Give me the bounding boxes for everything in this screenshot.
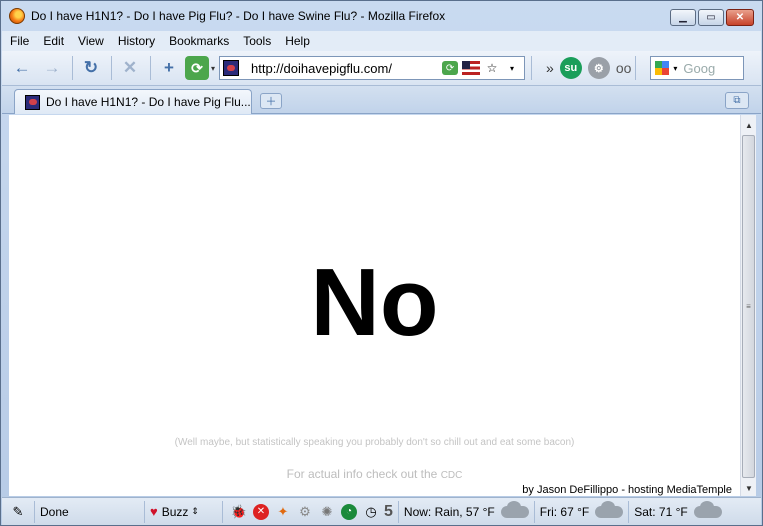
vertical-scrollbar[interactable]: ▲ ≡ ▼	[740, 115, 756, 496]
toolbar-separator	[72, 56, 73, 80]
pen-icon[interactable]: ✎	[10, 504, 26, 520]
bug-icon[interactable]: 🐞	[231, 504, 247, 520]
updown-icon: ⇕	[191, 506, 199, 516]
heart-icon: ♥	[150, 504, 158, 519]
new-tab-plus-button[interactable]: ＋	[260, 93, 282, 109]
settings-gear-icon[interactable]: ⚙	[297, 504, 313, 520]
list-all-tabs-button[interactable]: ⧉	[725, 92, 749, 109]
back-button[interactable]: ←	[8, 55, 36, 81]
back-arrow-icon: ←	[13, 58, 31, 77]
close-button[interactable]: ✕	[726, 9, 754, 26]
status-text: Done	[40, 504, 69, 519]
stop-button[interactable]: ✕	[116, 55, 144, 81]
sync-icon: ⟳	[191, 59, 203, 76]
menu-view[interactable]: View	[78, 34, 104, 48]
stop-icon: ✕	[122, 58, 138, 77]
menu-tools[interactable]: Tools	[243, 34, 271, 48]
counter-value[interactable]: 5	[384, 503, 393, 521]
addon-icons-segment: 🐞 ✕ ✦ ⚙ ✺ ◔ ◷ 5	[223, 500, 399, 523]
cdc-link[interactable]: CDC	[441, 470, 463, 481]
navigation-toolbar: ← → ↻ ✕ + ⟳ ▾ http://doihavepigflu.com/ …	[2, 51, 761, 86]
clock-icon[interactable]: ◷	[363, 504, 379, 520]
weather-now: Now: Rain, 57 °F	[403, 504, 495, 519]
tab-favicon	[25, 94, 40, 110]
menu-history[interactable]: History	[118, 34, 155, 48]
weather-sat: Sat: 71 °F	[634, 504, 688, 519]
reload-button[interactable]: ↻	[77, 55, 105, 81]
tab-strip: Do I have H1N1? - Do I have Pig Flu... ＋…	[2, 86, 761, 114]
url-input[interactable]: http://doihavepigflu.com/	[251, 61, 442, 76]
minimize-button[interactable]: ▁	[670, 9, 696, 26]
google-icon	[655, 61, 670, 75]
scroll-down-arrow-icon[interactable]: ▼	[741, 480, 757, 496]
stumbleupon-icon[interactable]: su	[559, 57, 582, 79]
glasses-icon[interactable]: oo	[616, 60, 632, 76]
window-controls: ▁ ▭ ✕	[670, 9, 754, 26]
sync-button[interactable]: ⟳	[185, 56, 209, 80]
url-dropdown-icon[interactable]: ▾	[504, 61, 520, 75]
status-pen-segment: ✎	[2, 500, 35, 523]
firebug-icon[interactable]: ✦	[275, 504, 291, 520]
search-box[interactable]: ▾ Goog	[650, 56, 745, 80]
firefox-icon	[9, 8, 25, 24]
menu-bar: File Edit View History Bookmarks Tools H…	[2, 31, 761, 51]
error-icon[interactable]: ✕	[253, 503, 269, 520]
green-indicator-icon[interactable]: ◔	[341, 503, 357, 520]
toolbar-separator	[635, 56, 637, 80]
reload-icon: ↻	[83, 58, 99, 77]
info-prefix: For actual info check out the	[286, 467, 438, 481]
menu-help[interactable]: Help	[285, 34, 310, 48]
scroll-thumb[interactable]: ≡	[742, 135, 755, 478]
page-content: No (Well maybe, but statistically speaki…	[9, 115, 740, 496]
status-bar: ✎ Done ♥ Buzz ⇕ 🐞 ✕ ✦ ⚙ ✺ ◔ ◷ 5 Now: Rai…	[2, 497, 761, 525]
new-tab-button[interactable]: +	[155, 55, 183, 81]
tab-active[interactable]: Do I have H1N1? - Do I have Pig Flu...	[14, 89, 252, 114]
us-flag-icon[interactable]	[462, 61, 481, 75]
window-title: Do I have H1N1? - Do I have Pig Flu? - D…	[31, 9, 446, 23]
status-text-segment: Done	[35, 500, 145, 523]
info-line: For actual info check out the CDC	[9, 467, 740, 481]
weather-sat-segment[interactable]: Sat: 71 °F	[629, 500, 727, 523]
buzz-segment[interactable]: ♥ Buzz ⇕	[145, 500, 223, 523]
tab-label: Do I have H1N1? - Do I have Pig Flu...	[46, 95, 251, 109]
menu-file[interactable]: File	[10, 34, 29, 48]
cloud-icon	[595, 500, 624, 518]
buzz-label: Buzz	[161, 504, 189, 519]
toolbar-separator	[150, 56, 151, 80]
toolbar-separator	[111, 56, 112, 80]
plus-icon: +	[164, 58, 174, 77]
menu-edit[interactable]: Edit	[43, 34, 64, 48]
search-engine-dropdown-icon[interactable]: ▾	[673, 64, 677, 73]
loading-icon[interactable]: ✺	[319, 504, 335, 520]
credit-line[interactable]: by Jason DeFillippo - hosting MediaTempl…	[522, 484, 732, 496]
scroll-up-arrow-icon[interactable]: ▲	[741, 117, 757, 133]
gear-icon[interactable]: ⚙	[587, 57, 610, 79]
browser-window: Do I have H1N1? - Do I have Pig Flu? - D…	[0, 0, 763, 526]
storm-cloud-icon	[693, 500, 722, 518]
weather-fri: Fri: 67 °F	[539, 504, 590, 519]
search-input[interactable]: Goog	[683, 61, 715, 76]
menu-bookmarks[interactable]: Bookmarks	[169, 34, 229, 48]
chevron-down-icon[interactable]: ▾	[211, 64, 215, 73]
maximize-button[interactable]: ▭	[698, 9, 724, 26]
weather-fri-segment[interactable]: Fri: 67 °F	[535, 500, 630, 523]
title-bar: Do I have H1N1? - Do I have Pig Flu? - D…	[1, 1, 762, 31]
toolbar-separator	[531, 56, 533, 80]
address-bar[interactable]: http://doihavepigflu.com/ ⟳ ☆ ▾	[219, 56, 526, 80]
sync-status-icon[interactable]: ⟳	[442, 61, 459, 75]
disclaimer-note: (Well maybe, but statistically speaking …	[174, 437, 575, 448]
bookmark-star-icon[interactable]: ☆	[484, 61, 500, 75]
site-favicon	[223, 60, 240, 76]
overflow-chevron-icon[interactable]: »	[546, 60, 554, 76]
forward-arrow-icon: →	[43, 58, 61, 77]
answer-heading: No	[310, 249, 439, 356]
rain-cloud-icon	[500, 500, 529, 518]
forward-button[interactable]: →	[38, 55, 66, 81]
weather-now-segment[interactable]: Now: Rain, 57 °F	[399, 500, 535, 523]
